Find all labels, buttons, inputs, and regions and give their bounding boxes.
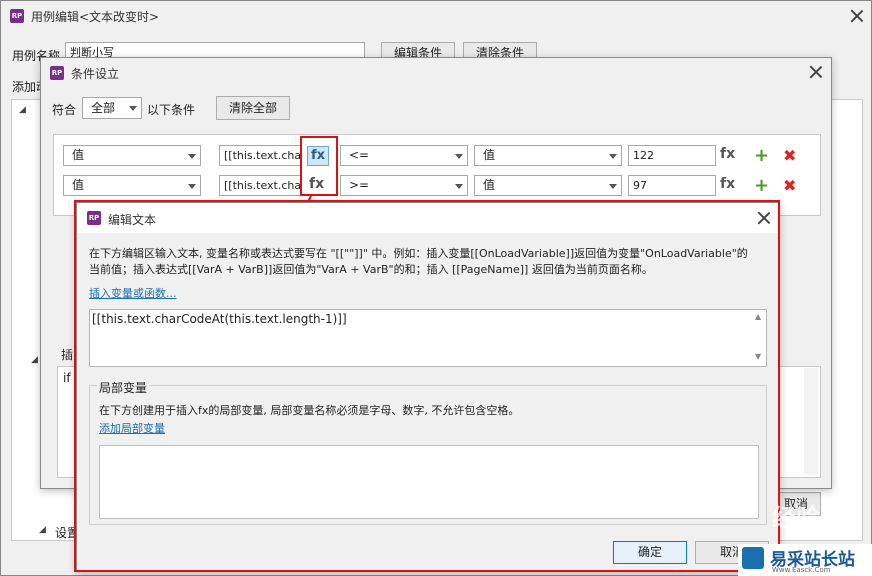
easck-logo-icon: [742, 547, 764, 569]
watermark-site-url: Www.Easck.Com: [772, 566, 831, 574]
watermark-logo: 易采站长站 Www.Easck.Com: [738, 544, 872, 576]
watermark-jingyan: 经验: [772, 504, 820, 532]
edit-dialog-highlight-box: [74, 200, 780, 572]
